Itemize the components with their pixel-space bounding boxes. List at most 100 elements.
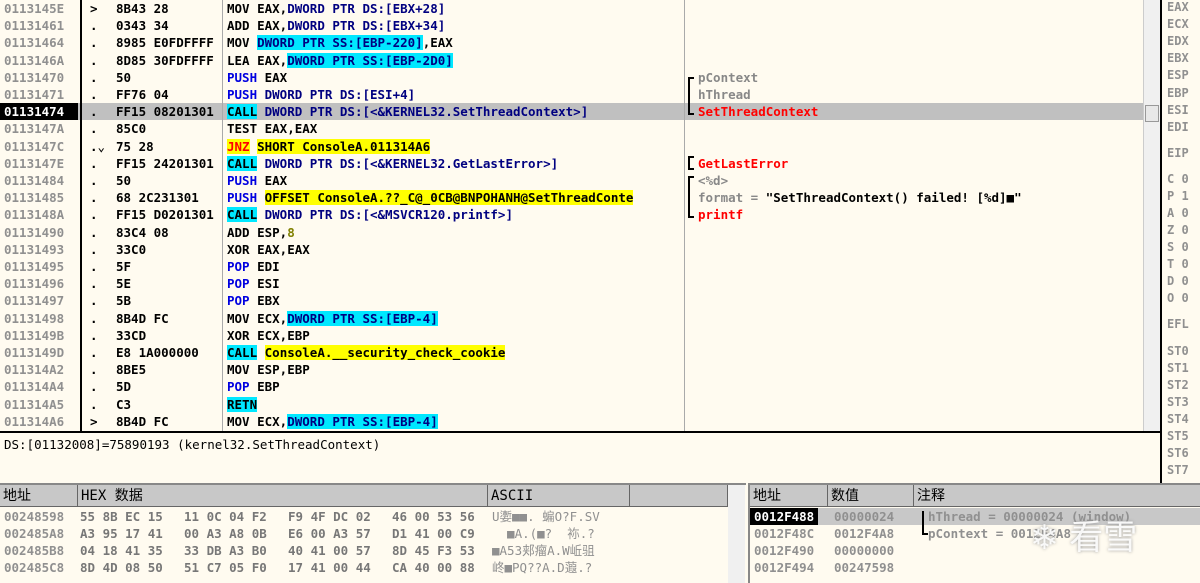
stack-value[interactable]: 0012F4A8 (834, 525, 894, 542)
register-label[interactable]: ST5 (1167, 429, 1189, 443)
dump-address[interactable]: 002485B8 (4, 542, 64, 559)
register-label[interactable]: ST7 (1167, 463, 1189, 477)
instruction-cell[interactable]: CALL ConsoleA.__security_check_cookie (227, 344, 684, 361)
instruction-cell[interactable]: MOV ESP,EBP (227, 361, 684, 378)
stack-address[interactable]: 0012F488 (750, 508, 819, 525)
dump-hex-group[interactable]: 46 00 53 56 (392, 508, 475, 525)
address-cell[interactable]: 0113146A (4, 52, 78, 69)
register-label[interactable]: ST3 (1167, 395, 1189, 409)
register-label[interactable]: EAX (1167, 0, 1189, 14)
register-label[interactable]: ST0 (1167, 344, 1189, 358)
stack-value[interactable]: 00000000 (834, 542, 894, 559)
disasm-row[interactable]: 0113148A. FF15 D0201301 CALL DWORD PTR DS:… (0, 206, 1143, 223)
instruction-cell[interactable]: CALL DWORD PTR DS:[<&MSVCR120.printf>] (227, 206, 684, 223)
register-label[interactable]: EFL (1167, 317, 1189, 331)
stack-row[interactable]: 0012F494 00247598 (750, 559, 1200, 576)
dump-ascii[interactable]: 峂■PQ??A.D蕸.? (492, 559, 592, 576)
dump-hex-group[interactable]: 00 A3 A8 0B (184, 525, 267, 542)
address-cell[interactable]: 0113147C (4, 138, 78, 155)
disasm-row[interactable]: 0113147C .⌄ 75 28 JNZ SHORT ConsoleA.011314… (0, 138, 1143, 155)
register-label[interactable]: ECX (1167, 17, 1189, 31)
address-cell[interactable]: 011314A2 (4, 361, 78, 378)
dump-hex-group[interactable]: E6 00 A3 57 (288, 525, 371, 542)
register-label[interactable]: A 0 (1167, 206, 1189, 220)
stack-header-address[interactable]: 地址 (750, 485, 828, 507)
dump-hex-group[interactable]: 17 41 00 44 (288, 559, 371, 576)
disassembly-pane[interactable]: 0113145E >8B43 28 MOV EAX,DWORD PTR DS:[EB… (0, 0, 1160, 433)
dump-row[interactable]: 002485B8 04 18 41 35 33 DB A3 B0 40 41 00 5… (0, 542, 728, 559)
instruction-cell[interactable]: MOV DWORD PTR SS:[EBP-220],EAX (227, 34, 684, 51)
instruction-cell[interactable]: POP EBX (227, 292, 684, 309)
address-cell[interactable]: 01131498 (4, 310, 78, 327)
disasm-row[interactable]: 01131497. 5B POP EBX (0, 292, 1143, 309)
instruction-cell[interactable]: JNZ SHORT ConsoleA.011314A6 (227, 138, 684, 155)
stack-header-value[interactable]: 数值 (828, 485, 914, 507)
instruction-cell[interactable]: POP ESI (227, 275, 684, 292)
address-cell[interactable]: 01131474 (0, 103, 78, 121)
disasm-row[interactable]: 011314A2. 8BE5 MOV ESP,EBP (0, 361, 1143, 378)
disasm-row[interactable]: 01131461. 0343 34 ADD EAX,DWORD PTR DS:[EB… (0, 17, 1143, 34)
disasm-row[interactable]: 0113146A. 8D85 30FDFFFF LEA EAX,DWORD PTR … (0, 52, 1143, 69)
instruction-cell[interactable]: MOV EAX,DWORD PTR DS:[EBX+28] (227, 0, 684, 17)
instruction-cell[interactable]: PUSH OFFSET ConsoleA.??_C@_0CB@BNPOHANH@… (227, 189, 684, 206)
address-cell[interactable]: 01131497 (4, 292, 78, 309)
register-label[interactable]: ST6 (1167, 446, 1189, 460)
register-label[interactable]: ST1 (1167, 361, 1189, 375)
register-label[interactable]: S 0 (1167, 240, 1189, 254)
dump-hex-group[interactable]: 04 18 41 35 (80, 542, 163, 559)
dump-ascii[interactable]: ■A.(■? 袮.? (492, 525, 595, 542)
dump-ascii[interactable]: ■A53郏瘤A.W岴驵 (492, 542, 595, 559)
memory-dump-pane[interactable]: 地址 HEX 数据 ASCII 00248598 55 8B EC 15 11 0C… (0, 483, 746, 583)
register-label[interactable]: EDI (1167, 120, 1189, 134)
address-cell[interactable]: 01131464 (4, 34, 78, 51)
disasm-row[interactable]: 0113149D. E8 1A000000 CALL ConsoleA.__secu… (0, 344, 1143, 361)
dump-address[interactable]: 00248598 (4, 508, 64, 525)
address-cell[interactable]: 01131496 (4, 275, 78, 292)
disasm-row[interactable]: 0113145E >8B43 28 MOV EAX,DWORD PTR DS:[EB… (0, 0, 1143, 17)
disasm-row[interactable]: 01131464. 8985 E0FDFFFF MOV DWORD PTR SS:[… (0, 34, 1143, 51)
instruction-cell[interactable]: ADD ESP,8 (227, 224, 684, 241)
dump-hex-group[interactable]: 51 C7 05 F0 (184, 559, 267, 576)
register-label[interactable]: EDX (1167, 34, 1189, 48)
instruction-cell[interactable]: MOV ECX,DWORD PTR SS:[EBP-4] (227, 413, 684, 430)
dump-row[interactable]: 002485A8 A3 95 17 41 00 A3 A8 0B E6 00 A3 5… (0, 525, 728, 542)
stack-value[interactable]: 00000024 (834, 508, 894, 525)
disasm-row[interactable]: 0113147E. FF15 24201301 CALL DWORD PTR DS:… (0, 155, 1143, 172)
instruction-cell[interactable]: TEST EAX,EAX (227, 120, 684, 137)
dump-hex-group[interactable]: D1 41 00 C9 (392, 525, 475, 542)
register-label[interactable]: O 0 (1167, 291, 1189, 305)
address-cell[interactable]: 0113149D (4, 344, 78, 361)
register-label[interactable]: C 0 (1167, 172, 1189, 186)
disasm-row[interactable]: 01131498. 8B4D FC MOV ECX,DWORD PTR SS:[EB… (0, 310, 1143, 327)
dump-hex-group[interactable]: 11 0C 04 F2 (184, 508, 267, 525)
instruction-cell[interactable]: PUSH EAX (227, 172, 684, 189)
stack-address[interactable]: 0012F490 (750, 542, 818, 559)
register-label[interactable]: P 1 (1167, 189, 1189, 203)
address-cell[interactable]: 01131485 (4, 189, 78, 206)
disasm-row[interactable]: 01131470. 50 PUSH EAX pContext (0, 69, 1143, 86)
stack-address[interactable]: 0012F48C (750, 525, 818, 542)
stack-header-comment[interactable]: 注释 (914, 485, 1200, 507)
disasm-row[interactable]: 01131484. 50 PUSH EAX <%d> (0, 172, 1143, 189)
address-cell[interactable]: 011314A5 (4, 396, 78, 413)
instruction-cell[interactable]: LEA EAX,DWORD PTR SS:[EBP-2D0] (227, 52, 684, 69)
address-cell[interactable]: 0113149B (4, 327, 78, 344)
disasm-row[interactable]: 011314A6 >8B4D FC MOV ECX,DWORD PTR SS:[EB… (0, 413, 1143, 430)
dump-hex-group[interactable]: CA 40 00 88 (392, 559, 475, 576)
disasm-row[interactable]: 011314A4. 5D POP EBP (0, 378, 1143, 395)
dump-row[interactable]: 002485C8 8D 4D 08 50 51 C7 05 F0 17 41 00 4… (0, 559, 728, 576)
address-cell[interactable]: 01131490 (4, 224, 78, 241)
dump-hex-group[interactable]: 8D 4D 08 50 (80, 559, 163, 576)
register-label[interactable]: T 0 (1167, 257, 1189, 271)
disasm-row[interactable]: 01131493. 33C0 XOR EAX,EAX (0, 241, 1143, 258)
instruction-cell[interactable]: XOR ECX,EBP (227, 327, 684, 344)
register-label[interactable]: EBX (1167, 51, 1189, 65)
register-label[interactable]: ESP (1167, 68, 1189, 82)
dump-header-ascii[interactable]: ASCII (488, 485, 630, 507)
address-cell[interactable]: 0113147A (4, 120, 78, 137)
instruction-cell[interactable]: ADD EAX,DWORD PTR DS:[EBX+34] (227, 17, 684, 34)
register-label[interactable]: EBP (1167, 86, 1189, 100)
register-label[interactable]: D 0 (1167, 274, 1189, 288)
register-label[interactable]: Z 0 (1167, 223, 1189, 237)
instruction-cell[interactable]: CALL DWORD PTR DS:[<&KERNEL32.GetLastErr… (227, 155, 684, 172)
